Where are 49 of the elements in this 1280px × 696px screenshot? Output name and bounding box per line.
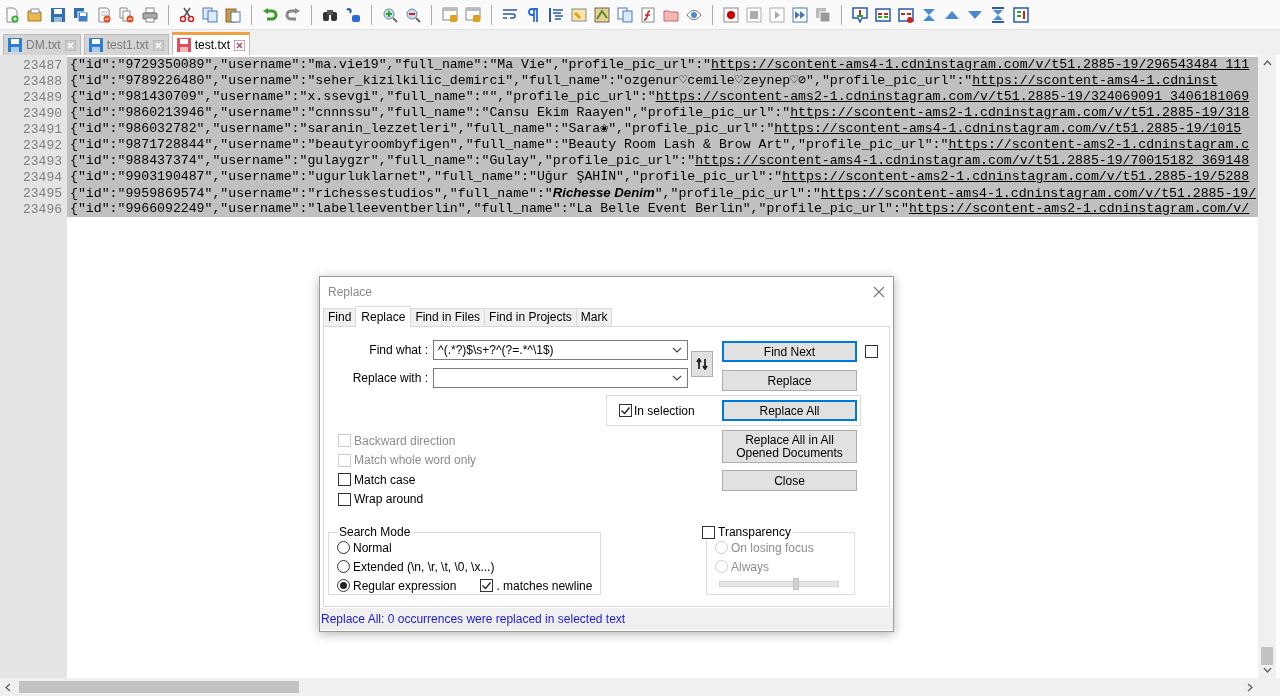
dialog-title: Replace [328, 285, 373, 299]
line-number: 23490 [22, 105, 63, 121]
option-label: Transparency [718, 525, 791, 539]
url-link[interactable]: https://scontent-ams2-1.cdninstagram.com/v/ [908, 201, 1250, 216]
file-tab[interactable]: test.txt [171, 32, 251, 55]
url-link[interactable]: https://scontent-ams4-1.cdninstagram.com/v/t51.2885-19/296543484_111 [711, 57, 1250, 72]
field-label: Find what : [368, 343, 428, 357]
dialog-button[interactable]: Replace All [722, 400, 857, 421]
line-number: 23492 [22, 137, 63, 153]
field-label: Replace with : [351, 371, 428, 385]
line-number: 23496 [22, 201, 63, 217]
option-label: Regular expression [353, 578, 457, 593]
dialog-button[interactable]: Replace [722, 370, 857, 391]
line-number: 23495 [22, 185, 63, 201]
option-label: Always [731, 559, 769, 574]
url-link[interactable]: https://scontent-ams4-1.cdninstagram.com/v/t51.2885-19/70015182_369148 [695, 153, 1250, 168]
group-title: Search Mode [338, 525, 412, 539]
dialog-tab[interactable]: Find in Files [410, 308, 486, 326]
option-label: Match case [354, 472, 416, 487]
url-link[interactable]: https://scontent-ams4-1.cdninst [972, 73, 1218, 88]
dialog-button[interactable]: Find Next [722, 341, 857, 362]
url-link[interactable]: https://scontent-ams2-1.cdninstagram.com/v/t51.2885-19/324069091_3406181069 [655, 89, 1250, 104]
option-label: In selection [634, 403, 695, 418]
line-number: 23494 [22, 169, 63, 185]
option-label: Match whole word only [354, 453, 477, 467]
option-label: Extended (\n, \r, \t, \0, \x...) [353, 559, 495, 574]
dialog-tab[interactable]: Find in Projects [484, 308, 577, 326]
option-label: . matches newline [496, 578, 593, 593]
option-label: Normal [353, 540, 392, 555]
url-link[interactable]: https://scontent-ams2-1.cdninstagram.c [948, 137, 1250, 152]
url-link[interactable]: https://scontent-ams4-1.cdninstagram.com/v/t51.2885-19/1015 [774, 121, 1242, 136]
url-link[interactable]: https://scontent-ams4-1.cdninstagram.com/v/t51.2885-19/ [820, 186, 1257, 201]
line-number: 23489 [22, 89, 63, 105]
dialog-tab[interactable]: Replace [355, 306, 412, 327]
line-number: 23488 [22, 73, 63, 89]
url-link[interactable]: https://scontent-ams2-1.cdninstagram.com/v/t51.2885-19/318 [790, 105, 1250, 120]
combo-field[interactable]: ^(.*?)$\s+?^(?=.*^\1$) [433, 340, 686, 360]
dialog-button[interactable]: Close [722, 470, 857, 491]
option-label: Wrap around [354, 492, 424, 506]
dialog-tab[interactable]: Find [323, 308, 357, 326]
line-number: 23491 [22, 121, 63, 137]
option-label: Backward direction [354, 433, 456, 448]
dialog-tab[interactable]: Mark [575, 308, 613, 326]
dialog-button[interactable]: Replace All in All Opened Documents [722, 430, 857, 463]
line-number: 23487 [22, 57, 63, 73]
url-link[interactable]: https://scontent-ams2-1.cdninstagram.com/v/t51.2885-19/5288 [782, 169, 1250, 184]
option-label: On losing focus [731, 540, 814, 555]
status-message: Replace All: 0 occurrences were replaced in selected text [320, 608, 893, 630]
line-number: 23493 [22, 153, 63, 169]
